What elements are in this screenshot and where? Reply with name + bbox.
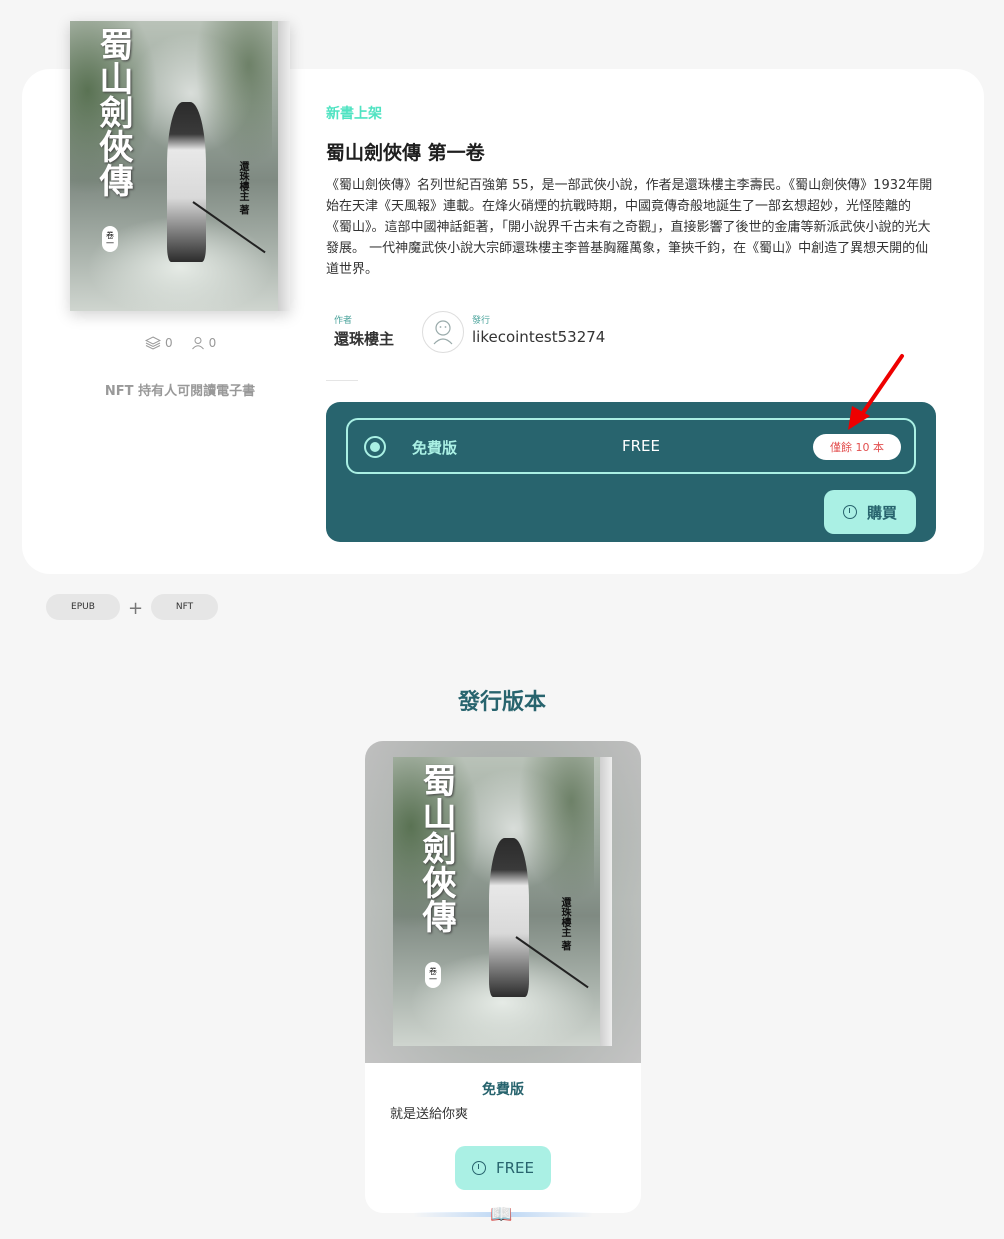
publisher-name[interactable]: likecointest53274 <box>472 328 605 346</box>
layers-icon <box>145 336 161 350</box>
edition-card-description: 就是送給你爽 <box>390 1107 469 1122</box>
owner-count: 0 <box>191 336 216 350</box>
nft-note: NFT 持有人可閱讀電子書 <box>104 384 256 399</box>
edition-option[interactable]: 免費版 FREE 僅餘 10 本 <box>346 418 916 474</box>
info-icon <box>471 1161 486 1175</box>
book-description: 《蜀山劍俠傳》名列世紀百強第 55，是一部武俠小說，作者是還珠樓主李壽民。《蜀山… <box>326 178 933 277</box>
edition-cover-author: 還珠樓主 著 <box>559 897 570 951</box>
edition-name: 免費版 <box>412 439 458 457</box>
info-icon <box>842 505 857 519</box>
edition-free-button[interactable]: FREE <box>455 1146 551 1190</box>
edition-cover: 蜀山劍俠傳 還珠樓主 著 卷一 <box>393 757 612 1046</box>
book-cover[interactable]: 蜀山劍俠傳 還珠樓主 著 卷一 <box>70 21 290 311</box>
edition-price: FREE <box>622 437 661 455</box>
author-name[interactable]: 還珠樓主 <box>334 328 394 349</box>
publisher-avatar[interactable] <box>422 311 464 353</box>
publisher-label: 發行 <box>472 316 491 326</box>
book-title: 蜀山劍俠傳 第一卷 <box>326 142 485 164</box>
edition-cover-volume: 卷一 <box>425 962 441 988</box>
book-icon[interactable]: 📖 <box>490 1204 512 1225</box>
stock-badge: 僅餘 10 本 <box>813 434 901 460</box>
divider <box>326 380 358 381</box>
format-epub: EPUB <box>46 594 120 620</box>
cover-volume: 卷一 <box>102 226 118 252</box>
edition-card[interactable]: 蜀山劍俠傳 還珠樓主 著 卷一 免費版 就是送給你爽 FREE <box>365 741 641 1213</box>
publisher-block[interactable]: 發行 likecointest53274 <box>472 313 605 346</box>
plus-icon: + <box>128 598 144 619</box>
author-label: 作者 <box>334 316 353 326</box>
arrow-icon <box>848 354 904 430</box>
cover-title: 蜀山劍俠傳 <box>93 27 133 197</box>
edition-card-name: 免費版 <box>482 1082 524 1098</box>
buy-button[interactable]: 購買 <box>824 490 916 534</box>
author-block[interactable]: 作者 還珠樓主 <box>334 313 394 349</box>
edition-cover-title: 蜀山劍俠傳 <box>416 763 456 933</box>
editions-section-title: 發行版本 <box>457 690 546 715</box>
cover-author: 還珠樓主 著 <box>237 161 248 215</box>
user-icon <box>191 337 204 350</box>
collect-count: 0 <box>145 336 173 350</box>
avatar-icon <box>433 320 453 345</box>
edition-radio[interactable] <box>364 436 386 458</box>
book-stats: 0 0 <box>145 336 216 350</box>
new-release-tag: 新書上架 <box>326 106 382 122</box>
format-nft: NFT <box>151 594 218 620</box>
